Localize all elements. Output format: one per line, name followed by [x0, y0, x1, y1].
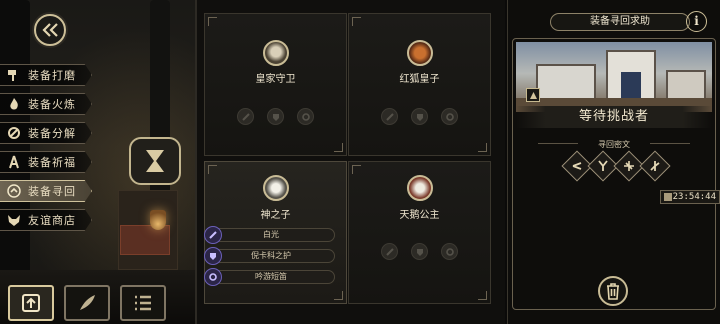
rune-cross-icon [623, 160, 635, 172]
character-card-swan-princess[interactable]: 天鹅公主 [348, 161, 491, 304]
sidebar-menu: 装备打磨 装备火炼 装备分解 装备祈福 装备寻回 友谊商店 [0, 64, 92, 238]
divider [650, 143, 690, 144]
runes-label: 寻回密文 [598, 140, 630, 149]
character-card-royal-guard[interactable]: 皇家守卫 [204, 13, 347, 156]
flame-icon [6, 96, 22, 112]
rune-slots [561, 150, 671, 182]
armor-slot-icon[interactable] [267, 108, 284, 125]
hourglass-small-icon [664, 193, 672, 201]
upload-icon [22, 294, 40, 312]
sidebar-item-forge[interactable]: 装备火炼 [0, 93, 92, 115]
sidebar-item-label: 装备分解 [28, 127, 76, 140]
sidebar-item-label: 装备祈福 [28, 156, 76, 169]
character-card-red-fox-prince[interactable]: 红狐皇子 [348, 13, 491, 156]
ring-icon [204, 268, 222, 286]
ring-slot-icon[interactable] [441, 243, 458, 260]
equip-slots [349, 243, 490, 260]
sidebar-item-bless[interactable]: 装备祈福 [0, 151, 92, 173]
sidebar-item-label: 装备火炼 [28, 98, 76, 111]
character-name: 天鹅公主 [399, 210, 440, 221]
armor-slot-icon[interactable] [411, 108, 428, 125]
red-fox-prince-avatar [407, 40, 433, 66]
sword-slot-icon[interactable] [381, 243, 398, 260]
sidebar-item-label: 装备打磨 [28, 69, 76, 82]
divider [538, 143, 578, 144]
hammer-icon [6, 67, 22, 83]
character-grid: 皇家守卫 红狐皇子 神之子 白光 倪卡科之护 吟游短笛 天鹅公主 [195, 0, 505, 324]
sidebar-item-label: 装备寻回 [28, 185, 76, 198]
royal-guard-avatar [263, 40, 289, 66]
timer-value: 23:54:44 [672, 192, 716, 202]
fox-icon [6, 212, 22, 228]
sidebar-item-shop[interactable]: 友谊商店 [0, 209, 92, 231]
double-chevron-left-icon [42, 23, 58, 37]
rune-fork-icon [597, 160, 609, 172]
panel-title: 装备寻回求助 [550, 13, 690, 31]
sidebar-item-polish[interactable]: 装备打磨 [0, 64, 92, 86]
equip-item[interactable]: 白光 [204, 226, 335, 244]
rune-slot[interactable] [639, 150, 671, 182]
feather-icon [80, 295, 95, 310]
ring-slot-icon[interactable] [441, 108, 458, 125]
pray-icon [6, 154, 22, 170]
equipped-items: 白光 倪卡科之护 吟游短笛 [204, 226, 335, 291]
retrieve-help-panel: 装备寻回求助 i 等待挑战者 寻回密文 23:54:44 [507, 0, 720, 324]
retrieve-icon [6, 183, 22, 199]
countdown-timer: 23:54:44 [660, 190, 720, 204]
ring-slot-icon[interactable] [297, 108, 314, 125]
info-button[interactable]: i [686, 11, 707, 32]
equip-item[interactable]: 倪卡科之护 [204, 247, 335, 265]
character-name: 皇家守卫 [255, 74, 296, 85]
split-icon [6, 125, 22, 141]
sword-slot-icon[interactable] [237, 108, 254, 125]
bottom-toolbar [8, 285, 188, 321]
sidebar-item-dismantle[interactable]: 装备分解 [0, 122, 92, 144]
son-of-god-avatar [263, 175, 289, 201]
equip-name: 吟游短笛 [255, 272, 287, 281]
sidebar-item-label: 友谊商店 [28, 214, 76, 227]
sidebar-item-retrieve[interactable]: 装备寻回 [0, 180, 92, 202]
feather-tab-button[interactable] [64, 285, 110, 321]
character-name: 红狐皇子 [399, 74, 440, 85]
back-button[interactable] [34, 14, 66, 46]
armor-slot-icon[interactable] [411, 243, 428, 260]
equip-name: 白光 [263, 230, 279, 239]
hourglass-icon [146, 150, 164, 172]
sword-slot-icon[interactable] [381, 108, 398, 125]
hourglass-button[interactable] [129, 137, 181, 185]
equip-name: 倪卡科之护 [251, 251, 291, 260]
equip-slots [349, 108, 490, 125]
status-text: 等待挑战者 [516, 106, 712, 128]
arena-banner-image [516, 42, 712, 112]
sword-icon [204, 226, 222, 244]
trash-icon [607, 283, 619, 300]
rune-branch-icon [649, 160, 661, 172]
armor-icon [204, 247, 222, 265]
rune-arrow-icon [571, 160, 583, 172]
delete-button[interactable] [598, 276, 628, 306]
upload-tab-button[interactable] [8, 285, 54, 321]
equip-slots [205, 108, 346, 125]
swan-princess-avatar [407, 175, 433, 201]
character-name: 神之子 [260, 210, 291, 221]
arena-icon [526, 88, 540, 102]
list-icon [135, 295, 151, 311]
equip-item[interactable]: 吟游短笛 [204, 268, 335, 286]
list-tab-button[interactable] [120, 285, 166, 321]
